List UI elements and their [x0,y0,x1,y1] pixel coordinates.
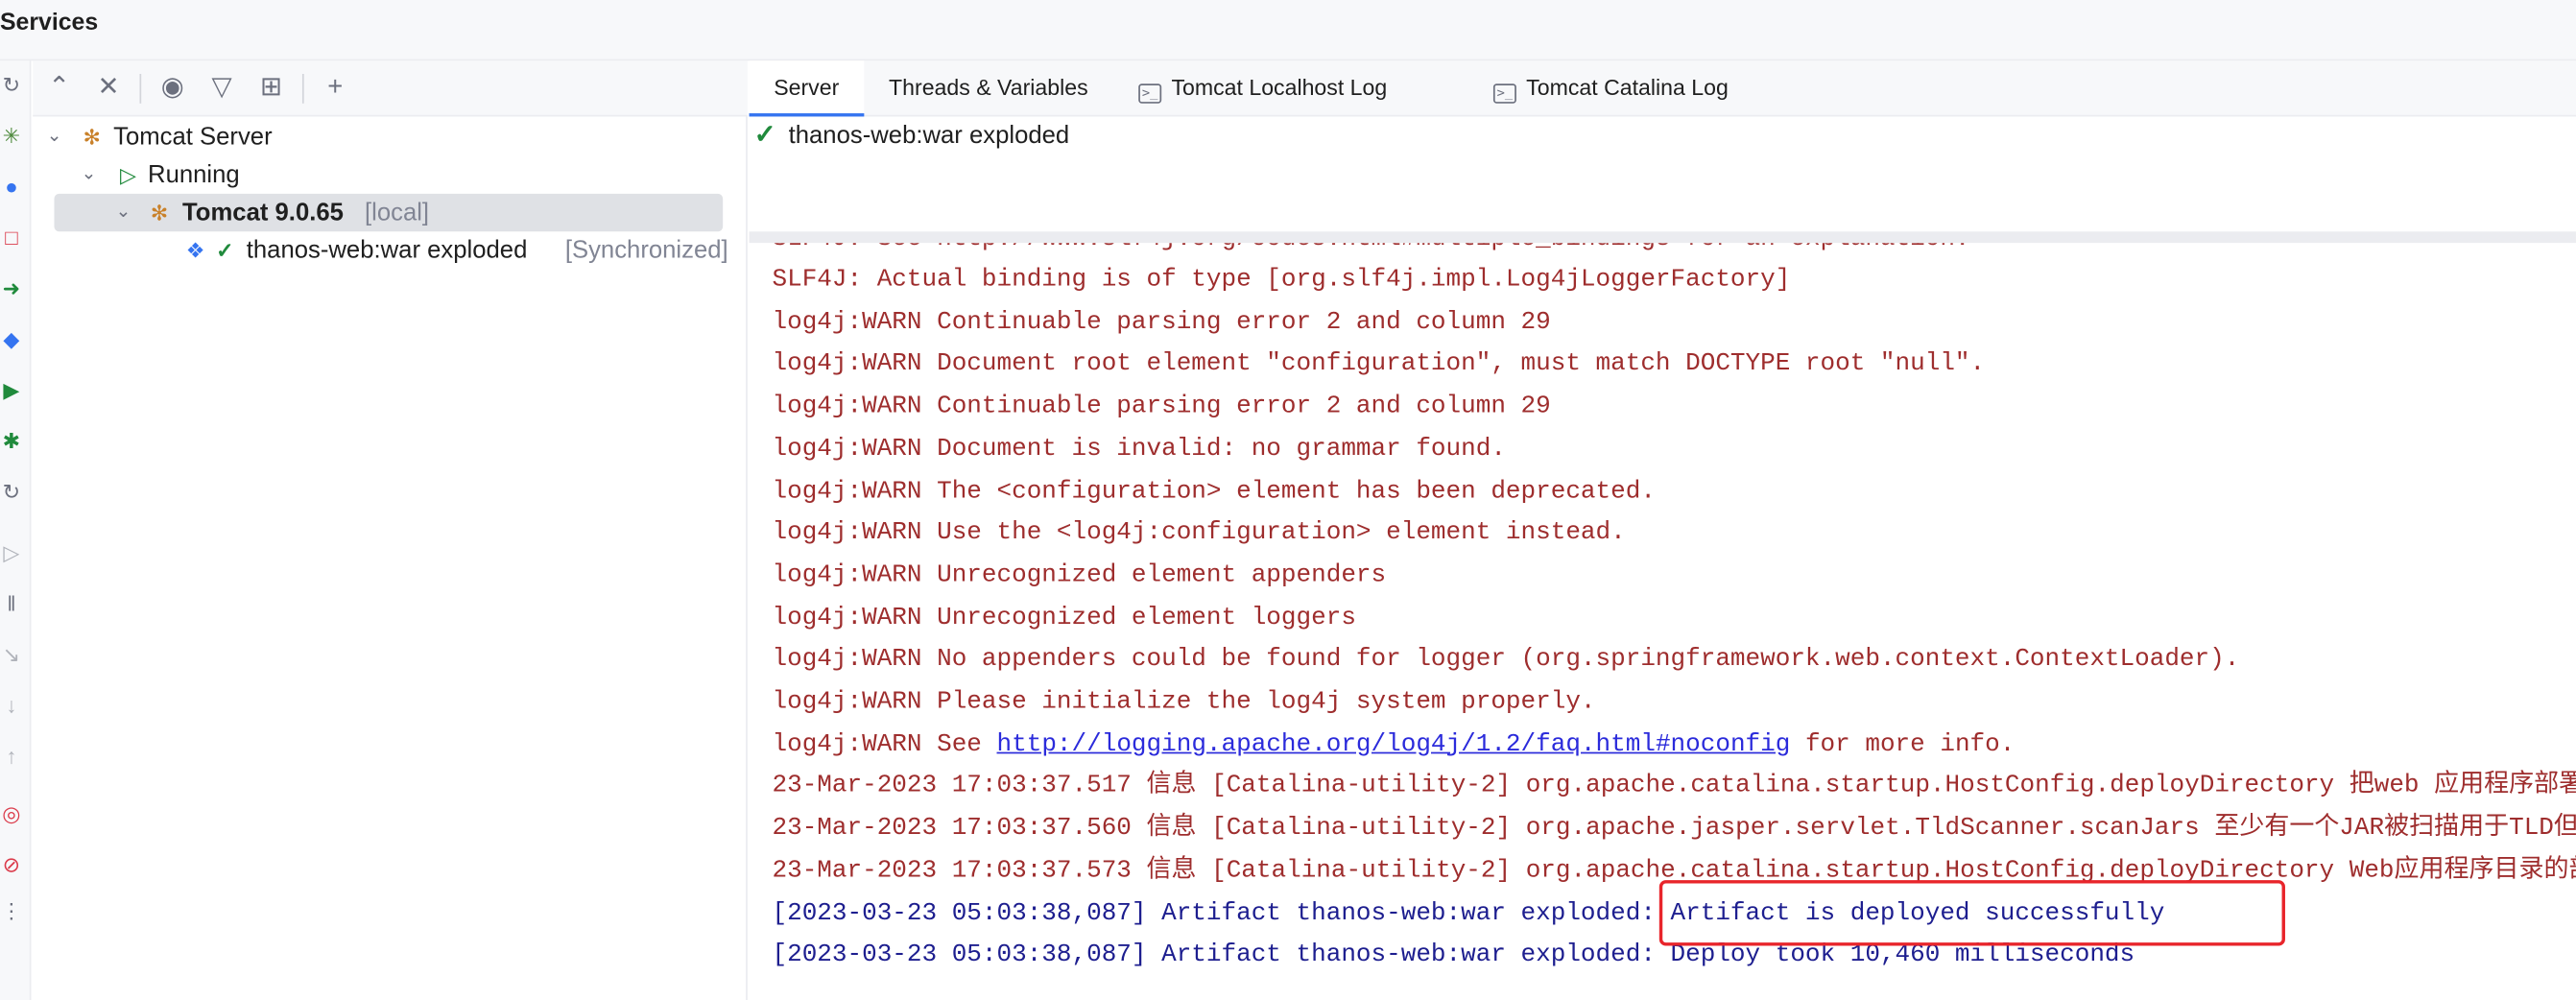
debug-icon[interactable]: ✳ [0,125,23,148]
console-line-text: 23-Mar-2023 17:03:37.517 信息 [Catalina-ut… [772,771,2576,800]
console-line-text: log4j:WARN Unrecognized element appender… [772,560,1387,590]
deployment-item-label: thanos-web:war exploded [788,121,1070,150]
browser-icon[interactable]: ● [0,176,23,199]
console-line: log4j:WARN See http://logging.apache.org… [772,726,2015,759]
mute-breakpoints-icon[interactable]: ⊘ [0,854,23,877]
tree-node-label: Tomcat 9.0.65 [181,199,344,227]
tomcat-running-icon: ✻ [150,200,169,226]
console-line-text: log4j:WARN Continuable parsing error 2 a… [772,391,1551,421]
console-line-text: log4j:WARN Unrecognized element loggers [772,602,1356,632]
chevron-down-icon[interactable]: ⌄ [77,156,100,194]
resume-icon[interactable]: ▷ [0,542,23,565]
tree-toolbar: ⌃ ✕ ◉ ▽ ⊞ + [33,60,748,117]
console-line: log4j:WARN Document is invalid: no gramm… [772,432,1505,464]
console-line: log4j:WARN Document root element "config… [772,347,1985,380]
console-line-text: log4j:WARN Please initialize the log4j s… [772,686,1596,716]
tree-node-suffix: [Synchronized] [564,236,728,265]
check-icon: ✓ [216,238,234,263]
tree-node-artifact[interactable]: ❖ ✓ thanos-web:war exploded [Synchronize… [33,231,748,269]
console-line: log4j:WARN No appenders could be found f… [772,643,2239,676]
console-line-text: log4j:WARN See [772,728,997,758]
filter-icon[interactable]: ▽ [205,72,238,105]
more-icon[interactable]: ⋮ [0,900,23,923]
step-over-icon[interactable]: ↘ [0,644,23,667]
chevron-down-icon[interactable]: ⌄ [43,118,66,155]
splitter[interactable] [749,231,2576,244]
deploy-icon[interactable]: ➜ [0,277,23,300]
console-line-text: for more info. [1790,728,2015,758]
tree-node-label: Tomcat Server [113,123,273,152]
tree-node-tomcat-server[interactable]: ⌄ ✻ Tomcat Server [33,118,748,155]
services-title-bar: Services [0,0,2576,61]
console-line-text: log4j:WARN No appenders could be found f… [772,644,2240,675]
console-line-text: log4j:WARN Document root element "config… [772,348,1986,379]
tab-label: Tomcat Localhost Log [1171,75,1388,101]
pause-icon[interactable]: ‖ [0,593,23,616]
toolbar-separator [301,73,304,104]
console-line: SLF4J: Actual binding is of type [org.sl… [772,263,1790,296]
highlight-box [1658,880,2285,946]
terminal-icon: >_ [1492,83,1516,104]
console-line-text: 23-Mar-2023 17:03:37.560 信息 [Catalina-ut… [772,813,2576,843]
artifact-icon[interactable]: ◆ [0,328,23,351]
eye-icon[interactable]: ◉ [156,72,189,105]
console-line-text: log4j:WARN The <configuration> element h… [772,475,1656,506]
console-line: log4j:WARN Continuable parsing error 2 a… [772,305,1550,338]
tab-label: Tomcat Catalina Log [1526,75,1729,101]
console-line-text: SLF4J: Actual binding is of type [org.sl… [772,264,1791,295]
refresh-icon[interactable]: ↻ [0,74,23,97]
console-line: log4j:WARN Please initialize the log4j s… [772,684,1595,717]
tab-label: Threads & Variables [889,75,1088,101]
tomcat-icon: ✻ [83,125,102,150]
rerun-icon[interactable]: ↻ [0,481,23,504]
tree-node-suffix: [local] [364,199,430,227]
console-line: log4j:WARN Unrecognized element appender… [772,559,1386,591]
console-line: SLF4J: See http://www.slf4j.org/codes.ht… [772,243,1969,254]
expand-all-icon[interactable]: ⌃ [43,72,76,105]
console-line: log4j:WARN Use the <log4j:configuration>… [772,516,1625,549]
tree-node-label: thanos-web:war exploded [246,236,528,265]
new-group-icon[interactable]: ⊞ [254,72,287,105]
tab-label: Server [774,75,840,101]
service-tabs: Server Threads & Variables >_ Tomcat Loca… [749,60,2576,117]
console-link[interactable]: http://logging.apache.org/log4j/1.2/faq.… [997,728,1791,758]
tree-node-tomcat-instance[interactable]: ⌄ ✻ Tomcat 9.0.65 [local] [54,193,724,232]
services-tree: ⌄ ✻ Tomcat Server ⌄ ▷ Running ⌄ ✻ Tomcat… [33,116,748,1000]
terminal-icon: >_ [1138,83,1162,104]
chevron-down-icon[interactable]: ⌄ [111,194,134,231]
run-icon[interactable]: ▶ [0,379,23,402]
console-line: log4j:WARN Continuable parsing error 2 a… [772,390,1550,422]
tree-node-label: Running [148,160,240,189]
step-into-icon[interactable]: ↓ [0,695,23,718]
console-line-text: log4j:WARN Use the <log4j:configuration>… [772,517,1626,548]
console-line-text: log4j:WARN Document is invalid: no gramm… [772,433,1506,464]
services-action-strip: ↻ ✳ ● □ ➜ ◆ ▶ ✱ ↻ ▷ ‖ ↘ ↓ ↑ ◎ ⊘ ⋮ [0,60,32,1000]
tab-threads-variables[interactable]: Threads & Variables [889,60,1088,116]
stop-icon[interactable]: □ [0,226,23,250]
console-line: 23-Mar-2023 17:03:37.517 信息 [Catalina-ut… [772,769,2575,801]
tab-server[interactable]: Server [749,60,864,117]
breakpoints-icon[interactable]: ◎ [0,803,23,826]
debug-run-icon[interactable]: ✱ [0,430,23,453]
console-line: log4j:WARN Unrecognized element loggers [772,601,1355,633]
console-line: log4j:WARN The <configuration> element h… [772,474,1655,507]
console-line: 23-Mar-2023 17:03:37.560 信息 [Catalina-ut… [772,811,2575,844]
run-icon: ▷ [119,162,137,188]
collapse-all-icon[interactable]: ✕ [92,72,125,105]
deployment-list: ✓ thanos-web:war exploded [749,116,2576,232]
step-out-icon[interactable]: ↑ [0,746,23,769]
add-icon[interactable]: + [319,72,351,105]
tab-tomcat-localhost-log[interactable]: >_ Tomcat Localhost Log [1138,60,1387,116]
check-icon: ✓ [753,121,776,150]
toolbar-separator [139,73,142,104]
services-title: Services [0,10,99,36]
console-line-text: log4j:WARN Continuable parsing error 2 a… [772,306,1551,337]
tree-node-running[interactable]: ⌄ ▷ Running [33,156,748,194]
tab-tomcat-catalina-log[interactable]: >_ Tomcat Catalina Log [1492,60,1729,116]
artifact-icon: ❖ [185,238,205,263]
